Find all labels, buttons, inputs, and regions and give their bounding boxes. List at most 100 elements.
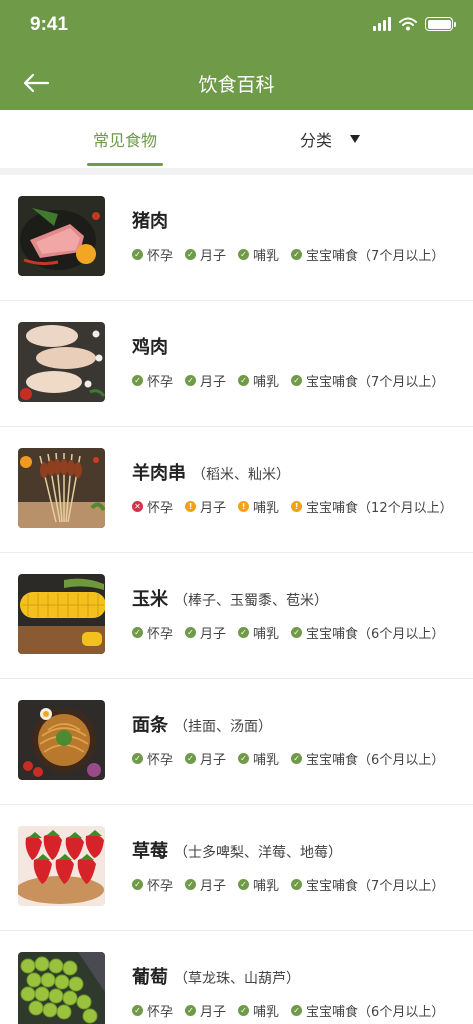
food-item[interactable]: 鸡肉 ✓ 怀孕 ✓ 月子 ✓ 哺乳 ✓ 宝宝哺食（7个月以上）: [0, 301, 473, 427]
check-icon: ✓: [185, 375, 197, 386]
tag-pregnancy: ✓ 怀孕: [132, 245, 173, 264]
suitability-tags: ✓ 怀孕 ✓ 月子 ✓ 哺乳 ✓ 宝宝哺食（7个月以上）: [132, 371, 444, 390]
check-icon: ✓: [291, 249, 303, 260]
food-name: 葡萄: [132, 967, 168, 988]
caret-down-icon: [350, 135, 360, 143]
section-divider: [0, 168, 473, 175]
food-alias: （挂面、汤面）: [174, 719, 272, 735]
food-name: 面条: [132, 715, 168, 736]
check-icon: ✓: [238, 753, 250, 764]
tag-breastfeeding: ✓ 哺乳: [238, 371, 279, 390]
app-header: 9:41 饮食百科: [0, 0, 473, 110]
food-alias: （棒子、玉蜀黍、苞米）: [174, 593, 328, 609]
tag-postpartum: ✓ 月子: [185, 245, 226, 264]
lamb-skewer-icon: [18, 448, 105, 528]
suitability-tags: ✓ 怀孕 ✓ 月子 ✓ 哺乳 ✓ 宝宝哺食（6个月以上）: [132, 749, 444, 768]
check-icon: ✓: [132, 249, 143, 260]
tag-baby-food: ✓ 宝宝哺食（7个月以上）: [291, 875, 444, 894]
food-item[interactable]: 草莓 （士多啤梨、洋莓、地莓） ✓ 怀孕 ✓ 月子 ✓ 哺乳 ✓ 宝宝哺食（7个月以上）: [0, 805, 473, 931]
suitability-tags: ✓ 怀孕 ✓ 月子 ✓ 哺乳 ✓ 宝宝哺食（6个月以上）: [132, 623, 444, 642]
tag-baby-food: ✓ 宝宝哺食（7个月以上）: [291, 371, 444, 390]
tag-pregnancy: ✓ 怀孕: [132, 623, 173, 642]
tag-breastfeeding: ! 哺乳: [238, 497, 279, 516]
check-icon: ✓: [132, 879, 143, 890]
check-icon: ✓: [132, 375, 143, 386]
tag-pregnancy: ✕ 怀孕: [132, 497, 173, 516]
food-item[interactable]: 猪肉 ✓ 怀孕 ✓ 月子 ✓ 哺乳 ✓ 宝宝哺食（7个月以上）: [0, 175, 473, 301]
signal-icon: [373, 17, 391, 31]
tag-baby-food: ✓ 宝宝哺食（6个月以上）: [291, 623, 444, 642]
tag-breastfeeding: ✓ 哺乳: [238, 875, 279, 894]
tag-postpartum: ✓ 月子: [185, 371, 226, 390]
check-icon: ✓: [185, 753, 197, 764]
food-name: 鸡肉: [132, 337, 168, 358]
food-alias: （草龙珠、山葫芦）: [174, 971, 300, 987]
food-name: 猪肉: [132, 211, 168, 232]
food-name: 玉米: [132, 589, 168, 610]
wifi-icon: [399, 17, 417, 31]
check-icon: ✓: [291, 879, 303, 890]
corn-icon: [18, 574, 105, 654]
noodles-icon: [18, 700, 105, 780]
page-title: 饮食百科: [198, 74, 275, 96]
tab-common-label: 常见食物: [92, 131, 157, 150]
food-item[interactable]: 玉米 （棒子、玉蜀黍、苞米） ✓ 怀孕 ✓ 月子 ✓ 哺乳 ✓ 宝宝哺食（6个月以上）: [0, 553, 473, 679]
check-icon: ✓: [132, 1005, 143, 1016]
tag-breastfeeding: ✓ 哺乳: [238, 623, 279, 642]
tag-pregnancy: ✓ 怀孕: [132, 749, 173, 768]
chicken-icon: [18, 322, 105, 402]
food-item[interactable]: 面条 （挂面、汤面） ✓ 怀孕 ✓ 月子 ✓ 哺乳 ✓ 宝宝哺食（6个月以上）: [0, 679, 473, 805]
food-alias: （士多啤梨、洋莓、地莓）: [174, 845, 342, 861]
tag-postpartum: ✓ 月子: [185, 1001, 226, 1020]
status-icons: [373, 17, 456, 31]
tab-category[interactable]: 分类: [280, 110, 380, 168]
tag-baby-food: ✓ 宝宝哺食（6个月以上）: [291, 749, 444, 768]
tab-bar: 常见食物 分类: [0, 110, 473, 168]
check-icon: ✓: [291, 627, 303, 638]
pork-icon: [18, 196, 105, 276]
check-icon: ✓: [291, 1005, 303, 1016]
battery-icon: [425, 17, 456, 31]
status-time: 9:41: [30, 14, 69, 35]
tab-common-foods[interactable]: 常见食物: [80, 110, 170, 168]
check-icon: ✓: [238, 879, 250, 890]
check-icon: ✓: [132, 753, 143, 764]
food-list: 猪肉 ✓ 怀孕 ✓ 月子 ✓ 哺乳 ✓ 宝宝哺食（7个月以上） 鸡肉 ✓ 怀孕 …: [0, 175, 473, 1024]
check-icon: ✓: [238, 627, 250, 638]
tag-postpartum: ✓ 月子: [185, 749, 226, 768]
forbidden-icon: ✕: [132, 501, 143, 512]
check-icon: ✓: [185, 879, 197, 890]
suitability-tags: ✓ 怀孕 ✓ 月子 ✓ 哺乳 ✓ 宝宝哺食（7个月以上）: [132, 875, 444, 894]
check-icon: ✓: [291, 375, 303, 386]
tag-postpartum: ✓ 月子: [185, 875, 226, 894]
warning-icon: !: [291, 501, 303, 512]
check-icon: ✓: [238, 249, 250, 260]
check-icon: ✓: [185, 627, 197, 638]
check-icon: ✓: [238, 1005, 250, 1016]
tag-breastfeeding: ✓ 哺乳: [238, 1001, 279, 1020]
food-alias: （稻米、籼米）: [192, 467, 290, 483]
tag-baby-food: ✓ 宝宝哺食（7个月以上）: [291, 245, 444, 264]
tag-pregnancy: ✓ 怀孕: [132, 875, 173, 894]
suitability-tags: ✕ 怀孕 ! 月子 ! 哺乳 ! 宝宝哺食（12个月以上）: [132, 497, 453, 516]
check-icon: ✓: [185, 249, 197, 260]
check-icon: ✓: [238, 375, 250, 386]
warning-icon: !: [238, 501, 250, 512]
food-item[interactable]: 羊肉串 （稻米、籼米） ✕ 怀孕 ! 月子 ! 哺乳 ! 宝宝哺食（12个月以上）: [0, 427, 473, 553]
tag-baby-food: ✓ 宝宝哺食（6个月以上）: [291, 1001, 444, 1020]
strawberry-icon: [18, 826, 105, 906]
tag-postpartum: ✓ 月子: [185, 623, 226, 642]
suitability-tags: ✓ 怀孕 ✓ 月子 ✓ 哺乳 ✓ 宝宝哺食（7个月以上）: [132, 245, 444, 264]
tag-pregnancy: ✓ 怀孕: [132, 371, 173, 390]
food-item[interactable]: 葡萄 （草龙珠、山葫芦） ✓ 怀孕 ✓ 月子 ✓ 哺乳 ✓ 宝宝哺食（6个月以上）: [0, 931, 473, 1024]
check-icon: ✓: [291, 753, 303, 764]
check-icon: ✓: [185, 1005, 197, 1016]
tag-postpartum: ! 月子: [185, 497, 226, 516]
tag-baby-food: ! 宝宝哺食（12个月以上）: [291, 497, 453, 516]
tag-breastfeeding: ✓ 哺乳: [238, 749, 279, 768]
warning-icon: !: [185, 501, 197, 512]
tab-category-label: 分类: [299, 131, 332, 150]
food-name: 草莓: [132, 841, 168, 862]
tag-breastfeeding: ✓ 哺乳: [238, 245, 279, 264]
food-name: 羊肉串: [132, 463, 186, 484]
